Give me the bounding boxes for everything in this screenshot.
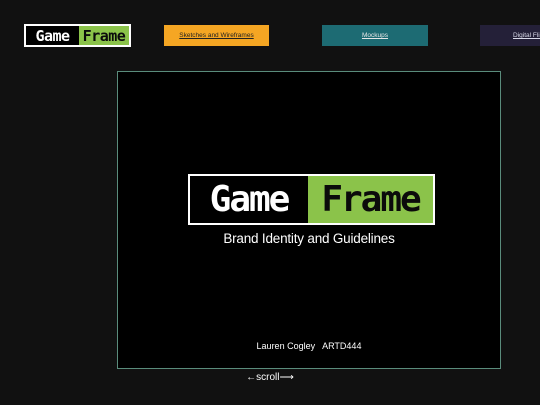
nav-digital-flip-button[interactable]: Digital Flip — [480, 25, 540, 46]
presentation-slide[interactable]: Game Frame Brand Identity and Guidelines… — [117, 71, 501, 369]
slide-logo: Game Frame — [188, 174, 435, 225]
slide-credit: Lauren Cogley ARTD444 — [256, 341, 362, 351]
slide-subtitle: Brand Identity and Guidelines — [223, 231, 395, 246]
page: Game Frame Sketches and Wireframes Mocku… — [0, 0, 540, 405]
scroll-hint: ←scroll⟶ — [246, 372, 294, 383]
logo-word-game: Game — [26, 26, 79, 45]
logo-word-frame: Frame — [79, 26, 129, 45]
header-logo[interactable]: Game Frame — [24, 24, 131, 47]
slide-logo-word-game: Game — [190, 176, 308, 223]
nav-sketches-wireframes-button[interactable]: Sketches and Wireframes — [164, 25, 269, 46]
slide-logo-word-frame: Frame — [308, 176, 433, 223]
nav-mockups-button[interactable]: Mockups — [322, 25, 428, 46]
